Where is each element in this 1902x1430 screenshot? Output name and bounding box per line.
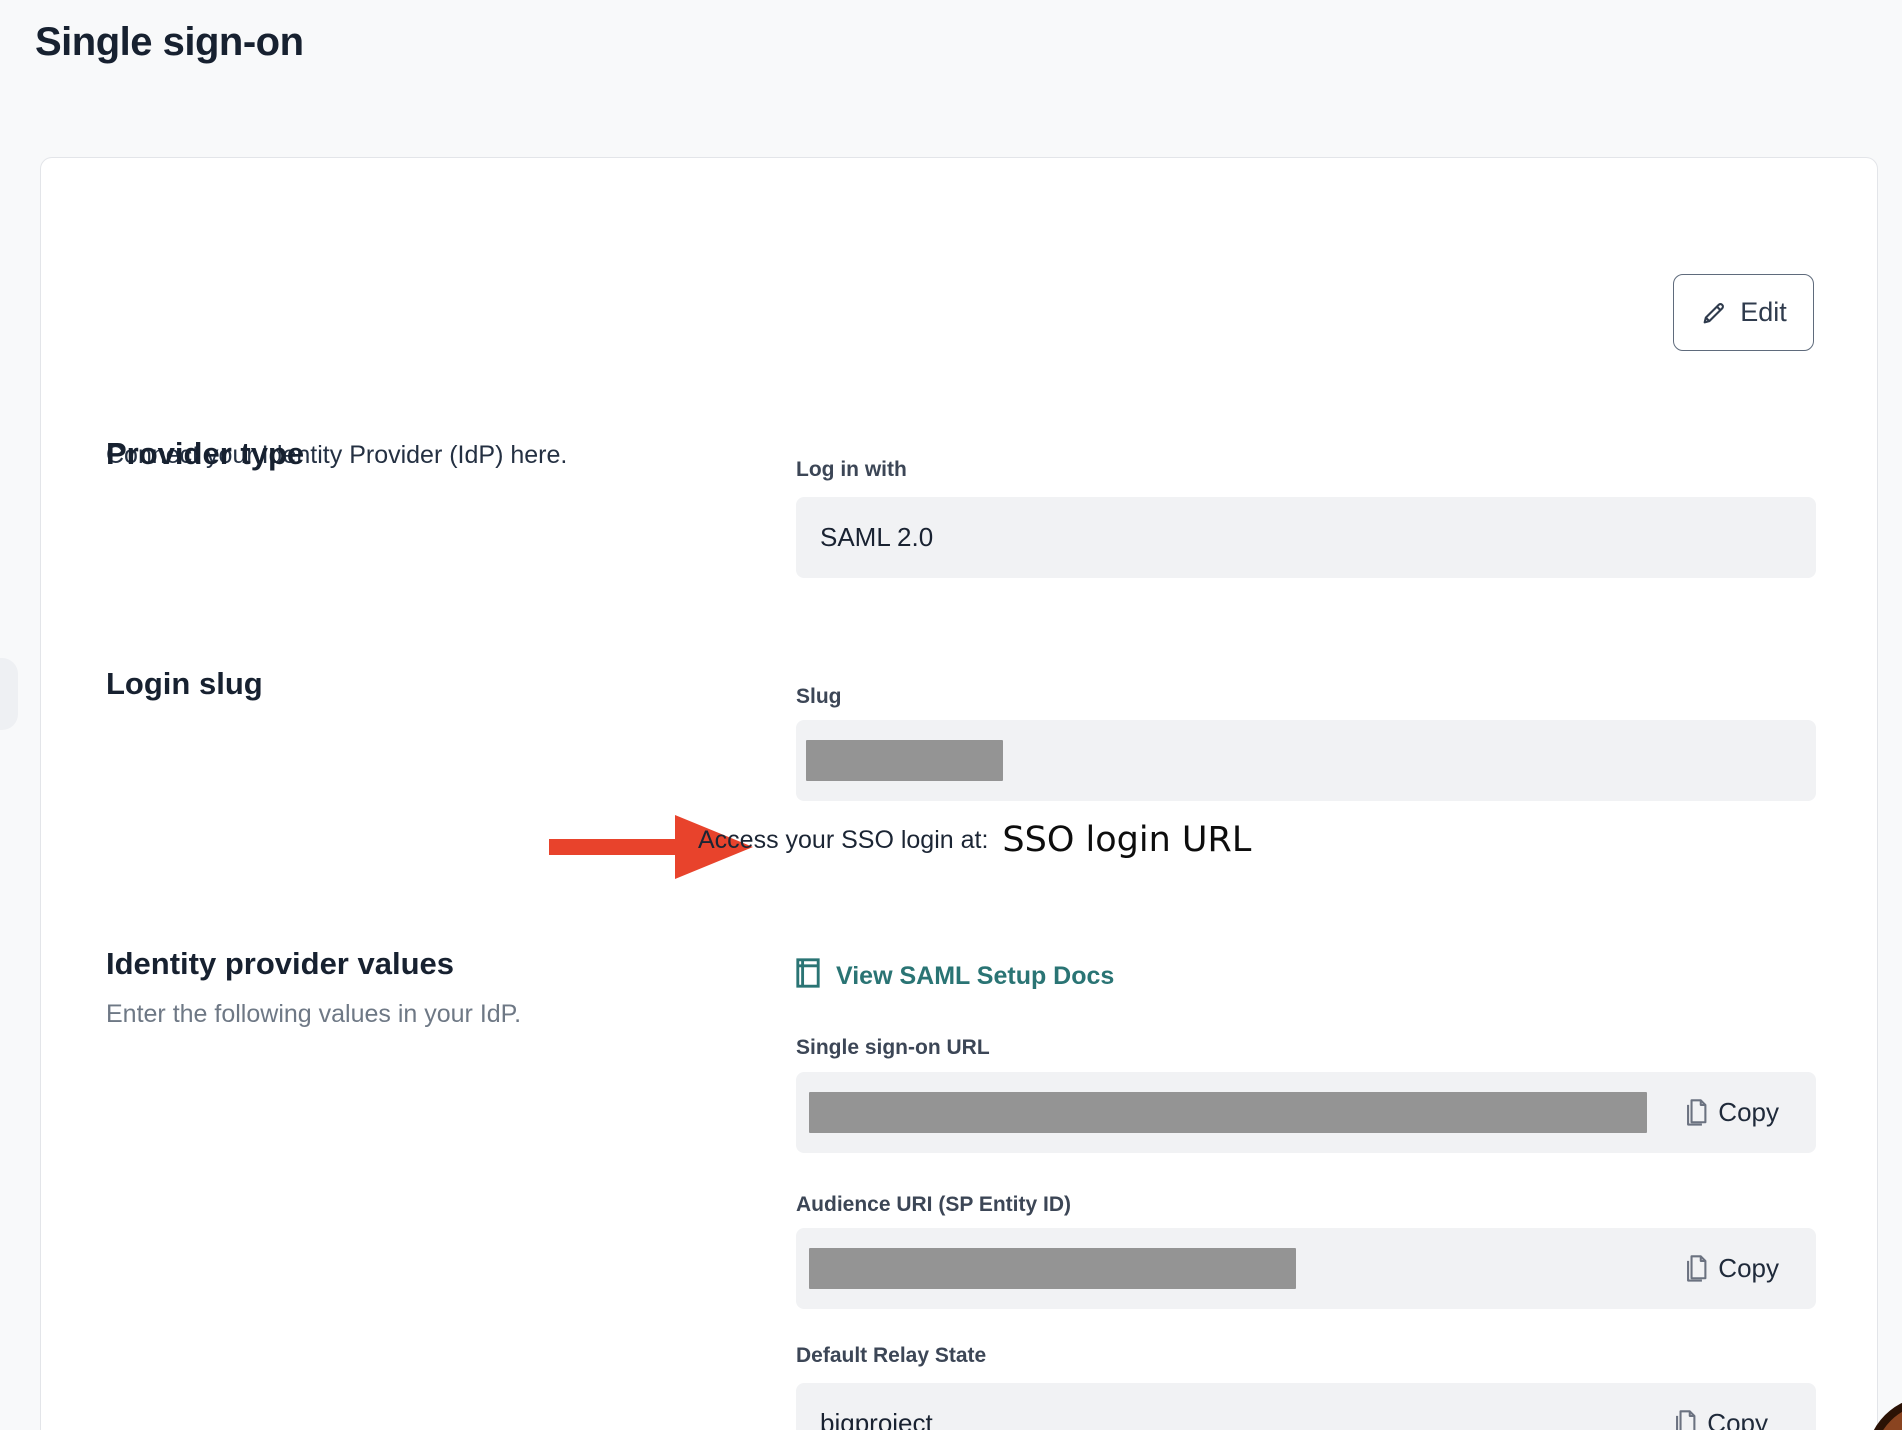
slug-field: [796, 720, 1816, 801]
sso-url-label: Single sign-on URL: [796, 1036, 990, 1060]
journal-icon: [796, 958, 820, 995]
login-slug-heading: Login slug: [106, 666, 263, 702]
idp-values-heading: Identity provider values: [106, 946, 454, 982]
annotation-arrow-shaft: [549, 839, 689, 855]
copy-button-label: Copy: [1707, 1408, 1768, 1430]
copy-button-label: Copy: [1718, 1253, 1779, 1284]
edit-button[interactable]: Edit: [1673, 274, 1814, 351]
pencil-icon: [1700, 299, 1728, 327]
edit-button-label: Edit: [1740, 297, 1787, 328]
provider-type-field: SAML 2.0: [796, 497, 1816, 578]
sso-access-line: Access your SSO login at: SSO login URL: [698, 820, 1251, 860]
sso-login-url-annotation: SSO login URL: [1002, 820, 1251, 860]
page-title: Single sign-on: [35, 20, 304, 65]
copy-icon: [1682, 1098, 1708, 1128]
login-with-label: Log in with: [796, 458, 907, 482]
slug-label: Slug: [796, 685, 842, 709]
copy-icon: [1682, 1254, 1708, 1284]
provider-type-value: SAML 2.0: [820, 522, 933, 553]
sso-settings-card: Connect your Identity Provider (IdP) her…: [40, 157, 1878, 1430]
slug-redacted-value: [806, 740, 1003, 781]
relay-state-field: bigproject Copy: [796, 1383, 1816, 1430]
saml-docs-link-label: View SAML Setup Docs: [836, 962, 1114, 991]
audience-uri-field: Copy: [796, 1228, 1816, 1309]
sso-url-field: Copy: [796, 1072, 1816, 1153]
relay-state-value: bigproject: [820, 1408, 933, 1430]
copy-button-label: Copy: [1718, 1097, 1779, 1128]
saml-docs-link[interactable]: View SAML Setup Docs: [796, 958, 1114, 995]
provider-type-heading: Provider type: [106, 436, 304, 472]
audience-uri-redacted-value: [809, 1248, 1296, 1289]
copy-sso-url-button[interactable]: Copy: [1682, 1097, 1779, 1128]
access-text: Access your SSO login at:: [698, 826, 988, 855]
copy-relay-state-button[interactable]: Copy: [1671, 1408, 1768, 1430]
relay-state-label: Default Relay State: [796, 1344, 986, 1368]
copy-icon: [1671, 1409, 1697, 1430]
sso-url-redacted-value: [809, 1092, 1647, 1133]
copy-audience-uri-button[interactable]: Copy: [1682, 1253, 1779, 1284]
idp-values-subheading: Enter the following values in your IdP.: [106, 1000, 521, 1029]
left-edge-handle: [0, 658, 18, 730]
audience-uri-label: Audience URI (SP Entity ID): [796, 1193, 1071, 1217]
